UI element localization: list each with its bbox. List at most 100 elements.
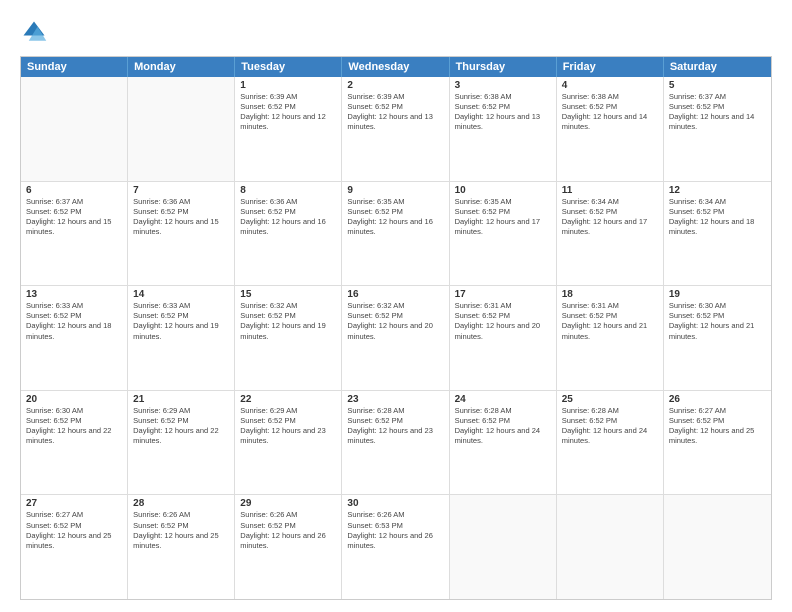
calendar-cell: 28Sunrise: 6:26 AMSunset: 6:52 PMDayligh… [128,495,235,599]
calendar-row: 1Sunrise: 6:39 AMSunset: 6:52 PMDaylight… [21,77,771,182]
day-number: 13 [26,289,122,300]
cell-info: Sunrise: 6:30 AMSunset: 6:52 PMDaylight:… [26,406,122,447]
calendar-cell: 5Sunrise: 6:37 AMSunset: 6:52 PMDaylight… [664,77,771,181]
cell-info: Sunrise: 6:36 AMSunset: 6:52 PMDaylight:… [240,197,336,238]
calendar-row: 20Sunrise: 6:30 AMSunset: 6:52 PMDayligh… [21,391,771,496]
header [20,18,772,46]
day-number: 4 [562,80,658,91]
day-number: 20 [26,394,122,405]
calendar-cell: 2Sunrise: 6:39 AMSunset: 6:52 PMDaylight… [342,77,449,181]
calendar-cell: 24Sunrise: 6:28 AMSunset: 6:52 PMDayligh… [450,391,557,495]
day-number: 6 [26,185,122,196]
cell-info: Sunrise: 6:37 AMSunset: 6:52 PMDaylight:… [669,92,766,133]
day-number: 12 [669,185,766,196]
calendar-cell: 29Sunrise: 6:26 AMSunset: 6:52 PMDayligh… [235,495,342,599]
day-number: 9 [347,185,443,196]
cell-info: Sunrise: 6:32 AMSunset: 6:52 PMDaylight:… [240,301,336,342]
day-number: 3 [455,80,551,91]
day-number: 26 [669,394,766,405]
day-number: 27 [26,498,122,509]
calendar-cell: 11Sunrise: 6:34 AMSunset: 6:52 PMDayligh… [557,182,664,286]
calendar-cell: 13Sunrise: 6:33 AMSunset: 6:52 PMDayligh… [21,286,128,390]
day-number: 1 [240,80,336,91]
day-number: 24 [455,394,551,405]
calendar-body: 1Sunrise: 6:39 AMSunset: 6:52 PMDaylight… [21,77,771,599]
calendar-cell: 22Sunrise: 6:29 AMSunset: 6:52 PMDayligh… [235,391,342,495]
calendar-cell: 17Sunrise: 6:31 AMSunset: 6:52 PMDayligh… [450,286,557,390]
calendar-row: 27Sunrise: 6:27 AMSunset: 6:52 PMDayligh… [21,495,771,599]
day-number: 2 [347,80,443,91]
cell-info: Sunrise: 6:26 AMSunset: 6:53 PMDaylight:… [347,510,443,551]
weekday-header: Monday [128,57,235,77]
cell-info: Sunrise: 6:31 AMSunset: 6:52 PMDaylight:… [562,301,658,342]
cell-info: Sunrise: 6:36 AMSunset: 6:52 PMDaylight:… [133,197,229,238]
day-number: 22 [240,394,336,405]
calendar-cell: 27Sunrise: 6:27 AMSunset: 6:52 PMDayligh… [21,495,128,599]
logo [20,18,52,46]
weekday-header: Friday [557,57,664,77]
day-number: 30 [347,498,443,509]
cell-info: Sunrise: 6:33 AMSunset: 6:52 PMDaylight:… [26,301,122,342]
day-number: 15 [240,289,336,300]
day-number: 28 [133,498,229,509]
cell-info: Sunrise: 6:38 AMSunset: 6:52 PMDaylight:… [562,92,658,133]
weekday-header: Wednesday [342,57,449,77]
calendar-cell: 30Sunrise: 6:26 AMSunset: 6:53 PMDayligh… [342,495,449,599]
calendar: SundayMondayTuesdayWednesdayThursdayFrid… [20,56,772,600]
cell-info: Sunrise: 6:28 AMSunset: 6:52 PMDaylight:… [562,406,658,447]
calendar-cell: 14Sunrise: 6:33 AMSunset: 6:52 PMDayligh… [128,286,235,390]
calendar-cell: 10Sunrise: 6:35 AMSunset: 6:52 PMDayligh… [450,182,557,286]
calendar-row: 6Sunrise: 6:37 AMSunset: 6:52 PMDaylight… [21,182,771,287]
calendar-cell: 16Sunrise: 6:32 AMSunset: 6:52 PMDayligh… [342,286,449,390]
calendar-cell [557,495,664,599]
cell-info: Sunrise: 6:27 AMSunset: 6:52 PMDaylight:… [26,510,122,551]
cell-info: Sunrise: 6:27 AMSunset: 6:52 PMDaylight:… [669,406,766,447]
calendar-cell: 25Sunrise: 6:28 AMSunset: 6:52 PMDayligh… [557,391,664,495]
day-number: 8 [240,185,336,196]
cell-info: Sunrise: 6:37 AMSunset: 6:52 PMDaylight:… [26,197,122,238]
cell-info: Sunrise: 6:34 AMSunset: 6:52 PMDaylight:… [669,197,766,238]
cell-info: Sunrise: 6:39 AMSunset: 6:52 PMDaylight:… [240,92,336,133]
logo-icon [20,18,48,46]
cell-info: Sunrise: 6:30 AMSunset: 6:52 PMDaylight:… [669,301,766,342]
cell-info: Sunrise: 6:31 AMSunset: 6:52 PMDaylight:… [455,301,551,342]
calendar-row: 13Sunrise: 6:33 AMSunset: 6:52 PMDayligh… [21,286,771,391]
calendar-cell: 7Sunrise: 6:36 AMSunset: 6:52 PMDaylight… [128,182,235,286]
calendar-cell: 8Sunrise: 6:36 AMSunset: 6:52 PMDaylight… [235,182,342,286]
day-number: 21 [133,394,229,405]
calendar-cell: 3Sunrise: 6:38 AMSunset: 6:52 PMDaylight… [450,77,557,181]
day-number: 14 [133,289,229,300]
day-number: 23 [347,394,443,405]
cell-info: Sunrise: 6:33 AMSunset: 6:52 PMDaylight:… [133,301,229,342]
page: SundayMondayTuesdayWednesdayThursdayFrid… [0,0,792,612]
day-number: 19 [669,289,766,300]
calendar-cell [128,77,235,181]
calendar-cell: 23Sunrise: 6:28 AMSunset: 6:52 PMDayligh… [342,391,449,495]
cell-info: Sunrise: 6:28 AMSunset: 6:52 PMDaylight:… [455,406,551,447]
weekday-header: Thursday [450,57,557,77]
calendar-cell: 18Sunrise: 6:31 AMSunset: 6:52 PMDayligh… [557,286,664,390]
cell-info: Sunrise: 6:26 AMSunset: 6:52 PMDaylight:… [240,510,336,551]
day-number: 10 [455,185,551,196]
calendar-cell: 19Sunrise: 6:30 AMSunset: 6:52 PMDayligh… [664,286,771,390]
cell-info: Sunrise: 6:35 AMSunset: 6:52 PMDaylight:… [455,197,551,238]
calendar-cell: 20Sunrise: 6:30 AMSunset: 6:52 PMDayligh… [21,391,128,495]
day-number: 29 [240,498,336,509]
cell-info: Sunrise: 6:26 AMSunset: 6:52 PMDaylight:… [133,510,229,551]
day-number: 25 [562,394,658,405]
calendar-cell: 4Sunrise: 6:38 AMSunset: 6:52 PMDaylight… [557,77,664,181]
calendar-header: SundayMondayTuesdayWednesdayThursdayFrid… [21,57,771,77]
day-number: 5 [669,80,766,91]
weekday-header: Sunday [21,57,128,77]
calendar-cell: 12Sunrise: 6:34 AMSunset: 6:52 PMDayligh… [664,182,771,286]
calendar-cell [21,77,128,181]
calendar-cell: 26Sunrise: 6:27 AMSunset: 6:52 PMDayligh… [664,391,771,495]
day-number: 11 [562,185,658,196]
cell-info: Sunrise: 6:28 AMSunset: 6:52 PMDaylight:… [347,406,443,447]
day-number: 7 [133,185,229,196]
cell-info: Sunrise: 6:35 AMSunset: 6:52 PMDaylight:… [347,197,443,238]
weekday-header: Tuesday [235,57,342,77]
cell-info: Sunrise: 6:29 AMSunset: 6:52 PMDaylight:… [240,406,336,447]
calendar-cell: 9Sunrise: 6:35 AMSunset: 6:52 PMDaylight… [342,182,449,286]
day-number: 17 [455,289,551,300]
